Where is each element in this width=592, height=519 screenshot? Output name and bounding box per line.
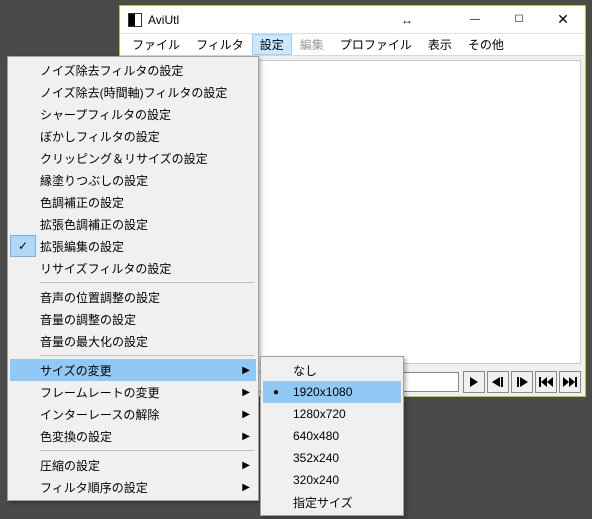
radio-bullet-icon: ● (263, 381, 289, 403)
menu-6[interactable]: その他 (460, 34, 512, 55)
dropdown-item-18[interactable]: 色変換の設定 ▶ (10, 425, 256, 447)
playback-controls (463, 371, 581, 393)
submenu-arrow-icon: ▶ (242, 387, 250, 398)
menu-0[interactable]: ファイル (124, 34, 188, 55)
step-back-button[interactable] (487, 371, 509, 393)
dropdown-item-label: 拡張色調補正の設定 (40, 216, 148, 233)
app-icon (128, 13, 142, 27)
menu-2[interactable]: 設定 (252, 34, 292, 55)
menu-separator (40, 282, 254, 283)
submenu-item-label: 320x240 (293, 473, 339, 487)
submenu-arrow-icon: ▶ (242, 409, 250, 420)
menu-1[interactable]: フィルタ (188, 34, 252, 55)
dropdown-item-label: シャープフィルタの設定 (40, 106, 171, 123)
dropdown-item-label: 色調補正の設定 (40, 194, 124, 211)
submenu-arrow-icon: ▶ (242, 431, 250, 442)
dropdown-item-20[interactable]: 圧縮の設定 ▶ (10, 454, 256, 476)
play-button[interactable] (463, 371, 485, 393)
submenu-item-0[interactable]: なし (263, 359, 401, 381)
dropdown-item-3[interactable]: ぼかしフィルタの設定 (10, 125, 256, 147)
dropdown-item-label: ノイズ除去フィルタの設定 (40, 62, 183, 79)
submenu-item-6[interactable]: 指定サイズ (263, 491, 401, 513)
dropdown-item-label: 色変換の設定 (40, 428, 112, 445)
dropdown-item-0[interactable]: ノイズ除去フィルタの設定 (10, 59, 256, 81)
submenu-item-label: 指定サイズ (293, 494, 353, 511)
dropdown-item-15[interactable]: サイズの変更 ▶ (10, 359, 256, 381)
dropdown-item-2[interactable]: シャープフィルタの設定 (10, 103, 256, 125)
dropdown-item-label: クリッピング＆リサイズの設定 (40, 150, 208, 167)
resize-arrow-icon: ↔ (401, 13, 413, 27)
dropdown-item-label: 圧縮の設定 (40, 457, 100, 474)
submenu-item-label: 1280x720 (293, 407, 346, 421)
dropdown-item-9[interactable]: リサイズフィルタの設定 (10, 257, 256, 279)
dropdown-item-label: 音声の位置調整の設定 (40, 289, 160, 306)
menu-separator (40, 450, 254, 451)
dropdown-item-17[interactable]: インターレースの解除 ▶ (10, 403, 256, 425)
dropdown-item-6[interactable]: 色調補正の設定 (10, 191, 256, 213)
dropdown-item-label: サイズの変更 (40, 362, 112, 379)
menu-4[interactable]: プロファイル (332, 34, 420, 55)
dropdown-item-16[interactable]: フレームレートの変更 ▶ (10, 381, 256, 403)
size-submenu: なし● 1920x1080 1280x720 640x480 352x240 320x24… (260, 356, 404, 516)
window-controls: — ☐ ✕ (453, 6, 585, 33)
submenu-item-5[interactable]: 320x240 (263, 469, 401, 491)
settings-dropdown: ノイズ除去フィルタの設定ノイズ除去(時間軸)フィルタの設定シャープフィルタの設定… (7, 56, 259, 501)
dropdown-item-13[interactable]: 音量の最大化の設定 (10, 330, 256, 352)
menu-5[interactable]: 表示 (420, 34, 460, 55)
dropdown-item-label: ノイズ除去(時間軸)フィルタの設定 (40, 84, 227, 101)
dropdown-item-label: 拡張編集の設定 (40, 238, 124, 255)
minimize-button[interactable]: — (453, 6, 497, 33)
dropdown-item-11[interactable]: 音声の位置調整の設定 (10, 286, 256, 308)
dropdown-item-label: 音量の最大化の設定 (40, 333, 148, 350)
menu-separator (40, 355, 254, 356)
jump-start-button[interactable] (535, 371, 557, 393)
dropdown-item-label: リサイズフィルタの設定 (40, 260, 171, 277)
submenu-arrow-icon: ▶ (242, 460, 250, 471)
menu-3[interactable]: 編集 (292, 34, 332, 55)
dropdown-item-7[interactable]: 拡張色調補正の設定 (10, 213, 256, 235)
jump-end-button[interactable] (559, 371, 581, 393)
dropdown-item-label: フレームレートの変更 (40, 384, 160, 401)
dropdown-item-1[interactable]: ノイズ除去(時間軸)フィルタの設定 (10, 81, 256, 103)
dropdown-item-5[interactable]: 縁塗りつぶしの設定 (10, 169, 256, 191)
dropdown-item-label: 音量の調整の設定 (40, 311, 136, 328)
submenu-item-1[interactable]: ● 1920x1080 (263, 381, 401, 403)
submenu-arrow-icon: ▶ (242, 365, 250, 376)
dropdown-item-4[interactable]: クリッピング＆リサイズの設定 (10, 147, 256, 169)
dropdown-item-label: ぼかしフィルタの設定 (40, 128, 160, 145)
check-icon: ✓ (10, 235, 36, 257)
submenu-item-4[interactable]: 352x240 (263, 447, 401, 469)
submenu-item-label: なし (293, 362, 317, 379)
submenu-item-label: 352x240 (293, 451, 339, 465)
submenu-arrow-icon: ▶ (242, 482, 250, 493)
dropdown-item-21[interactable]: フィルタ順序の設定 ▶ (10, 476, 256, 498)
close-button[interactable]: ✕ (541, 6, 585, 33)
submenu-item-2[interactable]: 1280x720 (263, 403, 401, 425)
dropdown-item-label: インターレースの解除 (40, 406, 159, 423)
menubar: ファイルフィルタ設定編集プロファイル表示その他 (120, 34, 585, 56)
window-title: AviUtl (148, 13, 179, 27)
submenu-item-3[interactable]: 640x480 (263, 425, 401, 447)
submenu-item-label: 1920x1080 (293, 385, 352, 399)
dropdown-item-label: 縁塗りつぶしの設定 (40, 172, 148, 189)
dropdown-item-label: フィルタ順序の設定 (40, 479, 148, 496)
step-forward-button[interactable] (511, 371, 533, 393)
maximize-button[interactable]: ☐ (497, 6, 541, 33)
submenu-item-label: 640x480 (293, 429, 339, 443)
titlebar[interactable]: AviUtl ↔ — ☐ ✕ (120, 6, 585, 34)
dropdown-item-8[interactable]: ✓拡張編集の設定 (10, 235, 256, 257)
dropdown-item-12[interactable]: 音量の調整の設定 (10, 308, 256, 330)
